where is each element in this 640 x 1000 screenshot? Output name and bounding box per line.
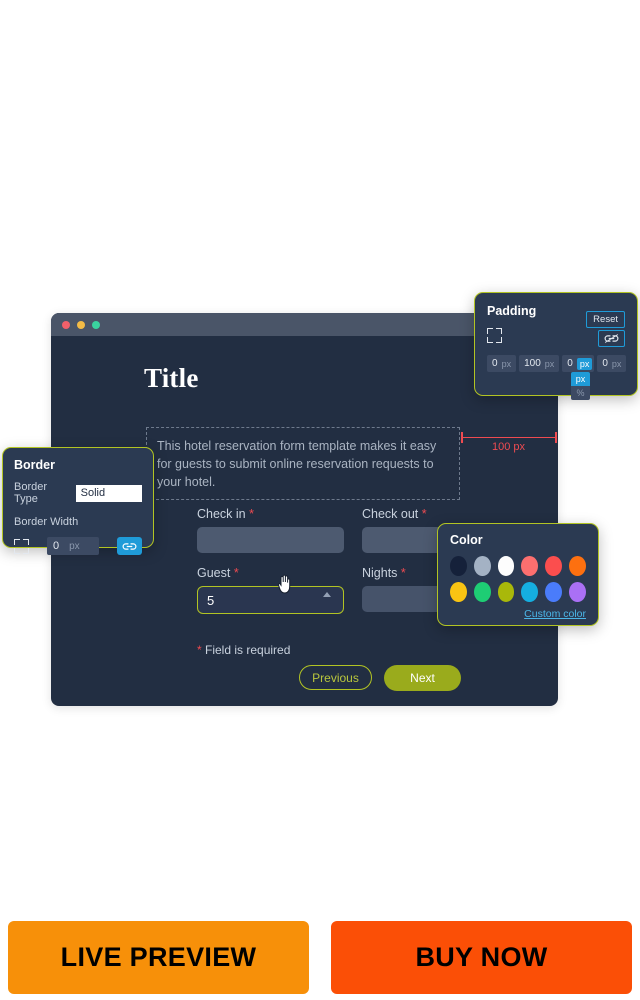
border-width-unit: px [69, 540, 80, 552]
border-width-label: Border Width [14, 516, 79, 528]
field-check-in: Check in * [197, 507, 344, 553]
maximize-icon[interactable] [92, 320, 100, 329]
border-panel: Border Border Type Solid Border Width 0 … [2, 447, 154, 555]
padding-bottom-value: 0 [567, 358, 573, 369]
color-swatch[interactable] [473, 582, 491, 602]
padding-left-value: 0 [602, 358, 608, 369]
swatch-row-1 [450, 556, 586, 576]
border-width-input[interactable]: 0 px [47, 537, 99, 555]
reset-button[interactable]: Reset [586, 311, 625, 328]
check-in-input[interactable] [197, 527, 344, 553]
broken-chain-glyph [604, 334, 619, 343]
padding-panel: Padding Reset 0 px 100 px 0 px 0 px px % [474, 292, 638, 400]
field-guest: Guest * 5 [197, 566, 344, 614]
mouse-cursor-icon [277, 574, 291, 594]
border-type-row: Border Type Solid [14, 481, 142, 505]
color-swatch[interactable] [545, 582, 563, 602]
field-label: Check out * [362, 507, 509, 521]
color-swatch[interactable] [473, 556, 491, 576]
unit-dropdown-menu: px % [571, 372, 590, 400]
unit-option-px[interactable]: px [571, 372, 590, 386]
border-width-row: 0 px [14, 537, 142, 555]
padding-bottom-input[interactable]: 0 px [562, 355, 595, 372]
padding-value-inputs: 0 px 100 px 0 px 0 px px % [487, 355, 627, 400]
padding-right-value: 100 [524, 358, 541, 369]
minimize-icon[interactable] [77, 320, 85, 329]
close-icon[interactable] [62, 320, 70, 329]
custom-color-link[interactable]: Custom color [450, 608, 586, 620]
padding-right-input[interactable]: 100 px [519, 355, 560, 372]
unit-option-percent[interactable]: % [571, 386, 590, 400]
field-label-text: Guest [197, 566, 231, 580]
chain-link-icon[interactable] [117, 537, 142, 555]
color-swatch[interactable] [497, 582, 515, 602]
color-panel: Color Custom color [437, 523, 599, 626]
padding-top-unit: px [501, 358, 512, 369]
required-asterisk: * [233, 566, 239, 580]
color-swatch[interactable] [450, 582, 467, 602]
form-actions: Previous Next [299, 665, 461, 691]
required-asterisk: * [400, 566, 406, 580]
padding-right-unit: px [544, 358, 555, 369]
previous-button[interactable]: Previous [299, 665, 372, 690]
required-note-text: Field is required [205, 643, 291, 657]
required-asterisk: * [421, 507, 427, 521]
field-label-text: Check in [197, 507, 246, 521]
padding-unit-select[interactable]: px [576, 357, 593, 370]
padding-top-input[interactable]: 0 px [487, 355, 517, 372]
chain-link-glyph [122, 542, 137, 550]
next-button[interactable]: Next [384, 665, 461, 691]
border-type-select[interactable]: Solid [75, 484, 142, 502]
color-swatch[interactable] [497, 556, 515, 576]
padding-left-input[interactable]: 0 px [597, 355, 627, 372]
swatch-row-2 [450, 582, 586, 602]
buy-now-button[interactable]: BUY NOW [331, 921, 632, 994]
padding-top-value: 0 [492, 358, 498, 369]
padding-controls-row: Reset [487, 311, 625, 350]
guest-input[interactable]: 5 [197, 586, 344, 614]
broken-chain-icon[interactable] [598, 330, 625, 347]
field-label: Check in * [197, 507, 344, 521]
border-width-value: 0 [53, 540, 60, 552]
screenshot-root: Title This hotel reservation form templa… [0, 0, 640, 1000]
required-note: * Field is required [197, 643, 290, 657]
cta-button-group: LIVE PREVIEW BUY NOW [0, 921, 640, 994]
guest-input-value: 5 [207, 592, 215, 608]
color-swatch[interactable] [521, 556, 539, 576]
required-asterisk: * [249, 507, 254, 521]
field-label-text: Nights [362, 566, 398, 580]
color-swatch[interactable] [545, 556, 563, 576]
padding-corners-icon [487, 328, 502, 343]
color-swatch[interactable] [521, 582, 539, 602]
border-type-label: Border Type [14, 481, 48, 505]
form-description[interactable]: This hotel reservation form template mak… [146, 427, 460, 500]
padding-left-unit: px [611, 358, 622, 369]
color-swatch[interactable] [569, 556, 586, 576]
field-label-text: Check out [362, 507, 419, 521]
color-panel-title: Color [450, 533, 483, 547]
measurement-ruler [461, 432, 557, 443]
color-swatches [450, 556, 586, 602]
color-swatch[interactable] [450, 556, 467, 576]
border-panel-title: Border [14, 458, 55, 472]
stepper-up-icon[interactable] [323, 592, 331, 597]
field-label: Guest * [197, 566, 344, 580]
color-swatch[interactable] [569, 582, 586, 602]
border-corners-icon [14, 538, 29, 554]
required-asterisk: * [197, 643, 202, 657]
measurement-label: 100 px [492, 441, 526, 453]
live-preview-button[interactable]: LIVE PREVIEW [8, 921, 309, 994]
